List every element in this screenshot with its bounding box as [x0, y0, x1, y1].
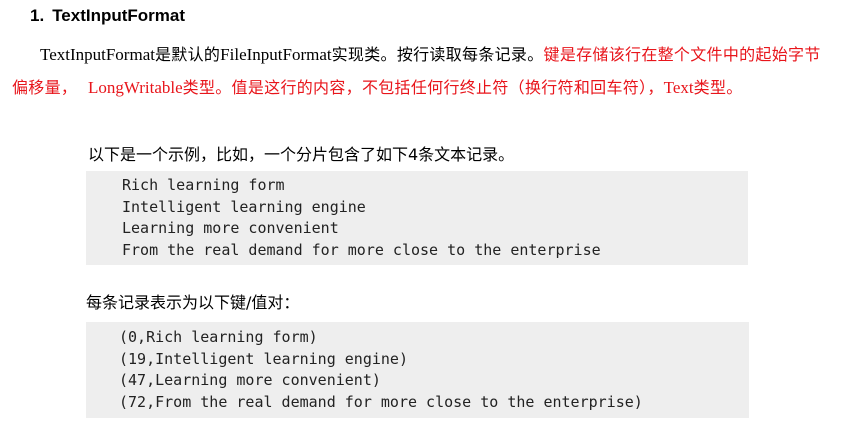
- section-title: TextInputFormat: [52, 6, 186, 25]
- value-type-suffix: 类型。: [693, 78, 743, 97]
- desc-text-1: 是默认的: [154, 45, 221, 64]
- kv-intro: 每条记录表示为以下键/值对：: [86, 293, 300, 312]
- section-number: 1.: [30, 6, 45, 25]
- record-line: Learning more convenient: [122, 219, 339, 237]
- value-description: 类型。值是这行的内容，不包括任何行终止符（换行符和回车符），: [182, 78, 664, 97]
- kv-line: (19,Intelligent learning engine): [119, 349, 408, 368]
- kv-code-block: (0,Rich learning form) (19,Intelligent l…: [86, 322, 749, 418]
- kv-line: (72,From the real demand for more close …: [119, 392, 643, 411]
- description-paragraph: TextInputFormat是默认的FileInputFormat实现类。按行…: [12, 38, 832, 104]
- example-intro: 以下是一个示例，比如，一个分片包含了如下4条文本记录。: [88, 145, 515, 164]
- value-type: Text: [663, 78, 694, 97]
- records-code-block: Rich learning form Intelligent learning …: [86, 171, 748, 265]
- class-name: TextInputFormat: [40, 45, 155, 64]
- parent-class-name: FileInputFormat: [220, 45, 332, 64]
- kv-line: (47,Learning more convenient): [119, 371, 381, 389]
- record-line: From the real demand for more close to t…: [122, 240, 601, 259]
- kv-line: (0,Rich learning form): [119, 328, 318, 346]
- section-heading: 1. TextInputFormat: [30, 4, 185, 28]
- desc-text-2: 实现类。按行读取每条记录。: [331, 45, 544, 64]
- record-line: Rich learning form: [122, 176, 285, 194]
- record-line: Intelligent learning engine: [122, 197, 366, 216]
- key-type: LongWritable: [87, 78, 183, 97]
